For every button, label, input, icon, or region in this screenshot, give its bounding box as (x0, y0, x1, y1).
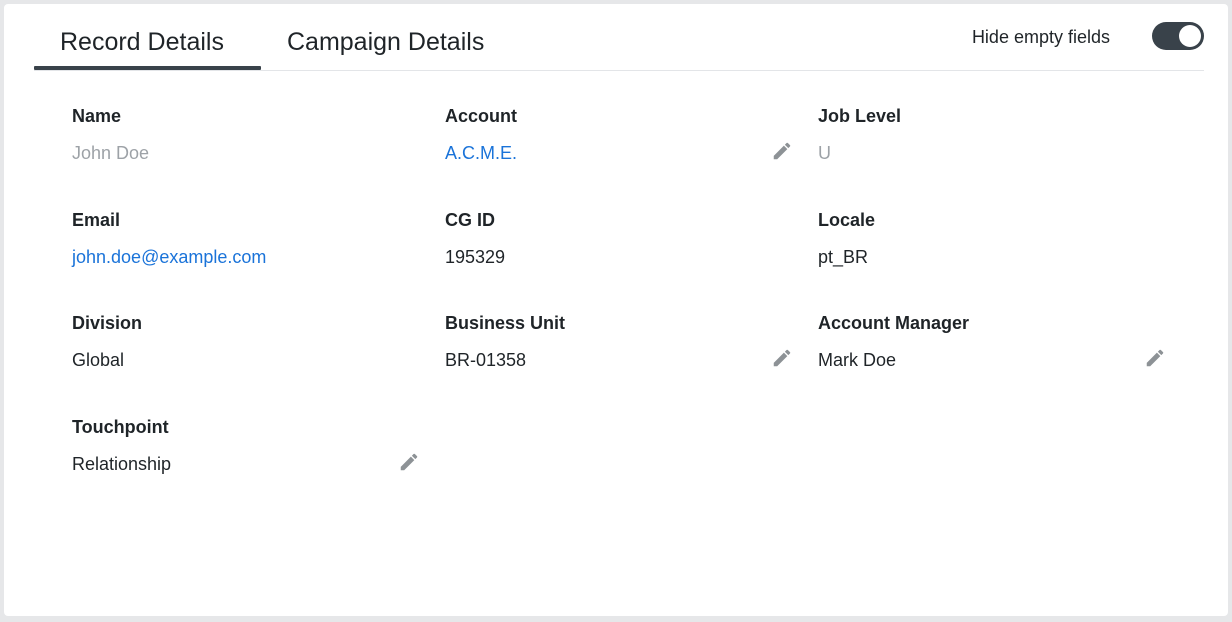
field-label: Account (445, 106, 517, 126)
field-label: Business Unit (445, 313, 566, 333)
field-label: Division (72, 313, 143, 333)
field-label: Touchpoint (72, 417, 169, 437)
tab-record-details[interactable]: Record Details (60, 28, 224, 57)
field-job-level: Job Level U (818, 106, 1168, 163)
field-account-manager: Account Manager Mark Doe (818, 313, 1168, 370)
field-value: John Doe (72, 143, 150, 163)
field-name: Name John Doe (72, 106, 422, 163)
field-label: Account Manager (818, 313, 970, 333)
field-value: BR-01358 (445, 350, 527, 370)
field-account: Account A.C.M.E. (445, 106, 795, 163)
email-link[interactable]: john.doe@example.com (72, 247, 266, 268)
field-locale: Locale pt_BR (818, 210, 1168, 267)
field-touchpoint: Touchpoint Relationship (72, 417, 422, 474)
field-label: CG ID (445, 210, 496, 230)
field-value: U (818, 143, 831, 163)
hide-empty-fields-toggle[interactable] (1152, 22, 1204, 50)
tab-campaign-details[interactable]: Campaign Details (287, 28, 484, 57)
pencil-icon[interactable] (398, 451, 420, 473)
field-division: Division Global (72, 313, 422, 370)
field-value: 195329 (445, 247, 506, 267)
field-email: Email john.doe@example.com (72, 210, 422, 267)
active-tab-indicator (34, 66, 261, 70)
hide-empty-fields-label: Hide empty fields (971, 27, 1110, 47)
field-value: Mark Doe (818, 350, 897, 370)
field-label: Job Level (818, 106, 902, 126)
record-card: Record Details Campaign Details Hide emp… (4, 4, 1228, 616)
field-label: Email (72, 210, 121, 230)
field-value: Relationship (72, 454, 172, 474)
field-value: pt_BR (818, 247, 869, 267)
field-cg-id: CG ID 195329 (445, 210, 795, 267)
field-business-unit: Business Unit BR-01358 (445, 313, 795, 370)
account-link[interactable]: A.C.M.E. (445, 143, 517, 164)
pencil-icon[interactable] (771, 140, 793, 162)
pencil-icon[interactable] (771, 347, 793, 369)
pencil-icon[interactable] (1144, 347, 1166, 369)
field-value: Global (72, 350, 125, 370)
toggle-knob (1179, 25, 1201, 47)
field-label: Name (72, 106, 122, 126)
field-label: Locale (818, 210, 876, 230)
